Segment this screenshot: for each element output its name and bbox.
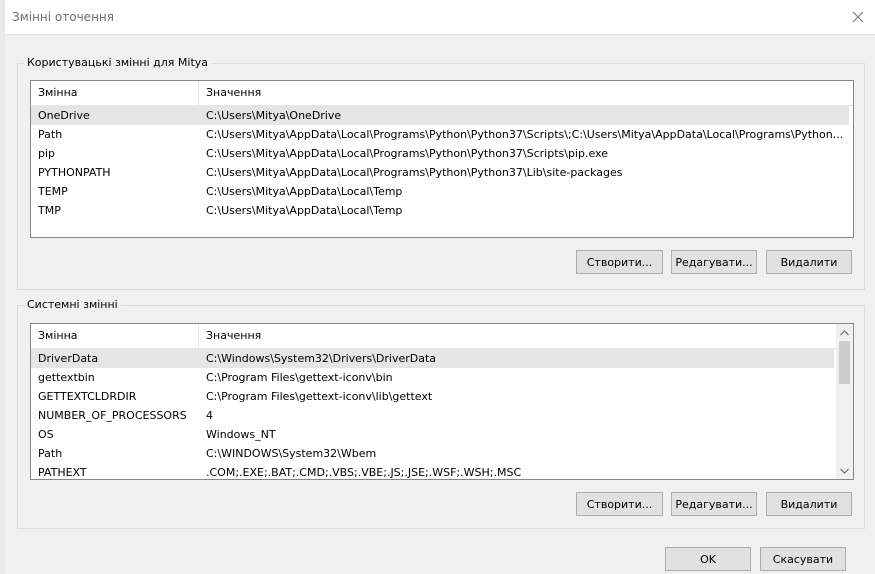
- variable-value: C:\Users\Mitya\AppData\Local\Temp: [206, 204, 403, 217]
- column-header-variable[interactable]: Змінна: [31, 324, 198, 348]
- chevron-down-icon: [840, 468, 849, 474]
- user-variables-list[interactable]: Змінна Значення OneDrive C:\Users\Mitya\…: [30, 80, 854, 238]
- scroll-thumb[interactable]: [839, 341, 850, 384]
- variable-name: DriverData: [38, 352, 99, 365]
- user-variables-label: Користувацькі змінні для Mitya: [24, 56, 212, 69]
- variable-name: TEMP: [38, 185, 68, 198]
- system-list-header: Змінна Значення: [31, 324, 836, 349]
- variable-name: PYTHONPATH: [38, 166, 111, 179]
- variable-name: PATHEXT: [38, 466, 87, 479]
- variable-value: C:\Program Files\gettext-iconv\bin: [206, 371, 393, 384]
- system-variables-label: Системні змінні: [24, 298, 121, 311]
- system-variables-list[interactable]: Змінна Значення DriverData C:\Windows\Sy…: [30, 323, 854, 480]
- variable-value: Windows_NT: [206, 428, 276, 441]
- close-icon: [852, 11, 864, 23]
- user-new-button[interactable]: Створити...: [576, 250, 663, 274]
- system-list-scrollbar[interactable]: [836, 324, 853, 479]
- variable-name: NUMBER_OF_PROCESSORS: [38, 409, 187, 422]
- ok-button[interactable]: OK: [665, 547, 751, 571]
- user-variables-group: Користувацькі змінні для Mitya Змінна Зн…: [17, 56, 865, 290]
- table-row[interactable]: pip C:\Users\Mitya\AppData\Local\Program…: [31, 144, 849, 163]
- system-delete-button[interactable]: Видалити: [766, 492, 852, 516]
- column-header-value[interactable]: Значення: [199, 81, 849, 105]
- table-row[interactable]: Path C:\Users\Mitya\AppData\Local\Progra…: [31, 125, 849, 144]
- table-row[interactable]: NUMBER_OF_PROCESSORS 4: [31, 406, 834, 425]
- variable-name: gettextbin: [38, 371, 95, 384]
- variable-name: TMP: [38, 204, 61, 217]
- table-row[interactable]: PATHEXT .COM;.EXE;.BAT;.CMD;.VBS;.VBE;.J…: [31, 463, 834, 479]
- user-delete-button[interactable]: Видалити: [766, 250, 852, 274]
- table-row[interactable]: OS Windows_NT: [31, 425, 834, 444]
- chevron-up-icon: [840, 329, 849, 335]
- system-new-button[interactable]: Створити...: [576, 492, 663, 516]
- variable-value: C:\Users\Mitya\OneDrive: [206, 109, 342, 122]
- variable-value: C:\Users\Mitya\AppData\Local\Temp: [206, 185, 403, 198]
- variable-name: Path: [38, 447, 63, 460]
- system-edit-button[interactable]: Редагувати...: [671, 492, 757, 516]
- close-button[interactable]: [841, 0, 875, 34]
- table-row[interactable]: PYTHONPATH C:\Users\Mitya\AppData\Local\…: [31, 163, 849, 182]
- table-row[interactable]: TMP C:\Users\Mitya\AppData\Local\Temp: [31, 201, 849, 220]
- table-row[interactable]: OneDrive C:\Users\Mitya\OneDrive: [31, 106, 849, 125]
- column-header-variable[interactable]: Змінна: [31, 81, 198, 105]
- scroll-down-button[interactable]: [836, 462, 853, 479]
- table-row[interactable]: DriverData C:\Windows\System32\Drivers\D…: [31, 349, 834, 368]
- variable-value: C:\Users\Mitya\AppData\Local\Programs\Py…: [206, 147, 608, 160]
- variable-name: pip: [38, 147, 56, 160]
- variable-name: GETTEXTCLDRDIR: [38, 390, 137, 403]
- user-list-header: Змінна Значення: [31, 81, 853, 106]
- variable-value: C:\Users\Mitya\AppData\Local\Programs\Py…: [206, 128, 844, 141]
- user-edit-button[interactable]: Редагувати...: [671, 250, 757, 274]
- variable-name: OS: [38, 428, 54, 441]
- column-header-value[interactable]: Значення: [199, 324, 829, 348]
- table-row[interactable]: TEMP C:\Users\Mitya\AppData\Local\Temp: [31, 182, 849, 201]
- window-title: Змінні оточення: [12, 10, 114, 24]
- variable-value: 4: [206, 409, 213, 422]
- variable-value: C:\Users\Mitya\AppData\Local\Programs\Py…: [206, 166, 623, 179]
- variable-value: C:\Windows\System32\Drivers\DriverData: [206, 352, 437, 365]
- scroll-up-button[interactable]: [836, 324, 853, 341]
- variable-name: OneDrive: [38, 109, 90, 122]
- variable-value: C:\Program Files\gettext-iconv\lib\gette…: [206, 390, 433, 403]
- environment-variables-dialog: Змінні оточення Користувацькі змінні для…: [5, 0, 875, 574]
- cancel-button[interactable]: Скасувати: [760, 547, 846, 571]
- system-variables-group: Системні змінні Змінна Значення DriverDa…: [17, 298, 865, 529]
- table-row[interactable]: Path C:\WINDOWS\System32\Wbem: [31, 444, 834, 463]
- variable-value: .COM;.EXE;.BAT;.CMD;.VBS;.VBE;.JS;.JSE;.…: [206, 466, 522, 479]
- variable-value: C:\WINDOWS\System32\Wbem: [206, 447, 377, 460]
- variable-name: Path: [38, 128, 63, 141]
- title-bar: Змінні оточення: [5, 0, 875, 35]
- table-row[interactable]: gettextbin C:\Program Files\gettext-icon…: [31, 368, 834, 387]
- table-row[interactable]: GETTEXTCLDRDIR C:\Program Files\gettext-…: [31, 387, 834, 406]
